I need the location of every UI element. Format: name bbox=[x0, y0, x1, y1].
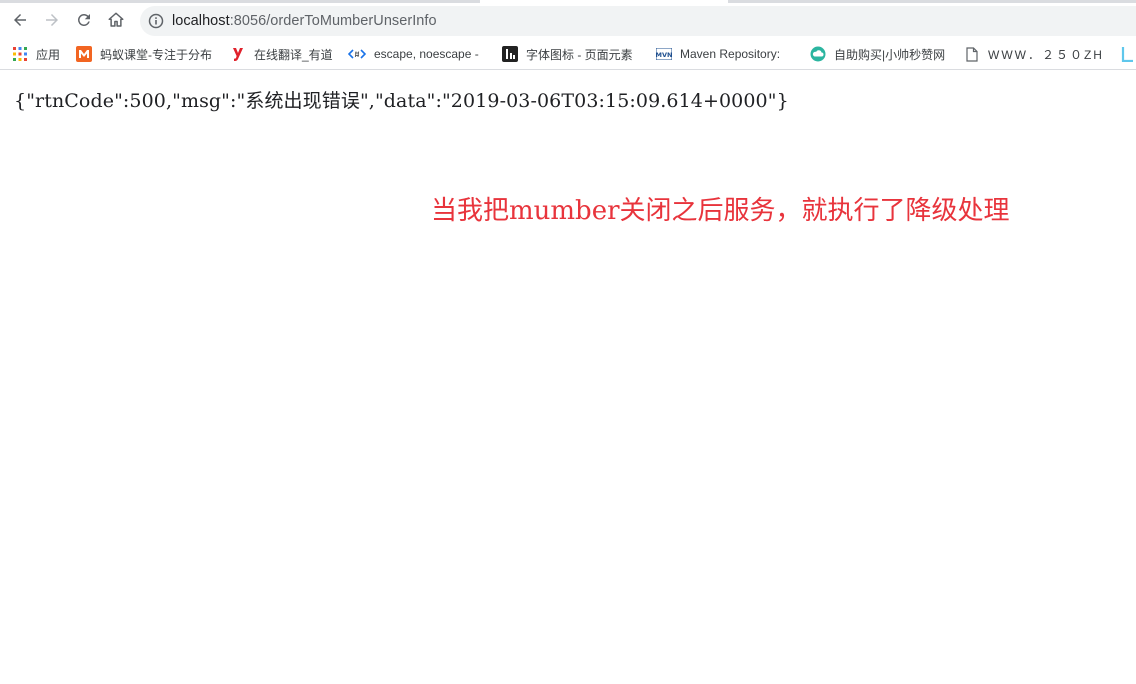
url-path: :8056/orderToMumberUnserInfo bbox=[229, 13, 437, 29]
bookmark-xiaoshuai[interactable]: 自助购买|小帅秒赞网 bbox=[810, 44, 948, 64]
home-button[interactable] bbox=[104, 8, 128, 32]
back-arrow-icon bbox=[14, 14, 26, 26]
code-tag-icon bbox=[348, 46, 366, 62]
mayi-logo-icon bbox=[76, 46, 92, 62]
bookmark-250zh[interactable]: WWW．２５０ZH bbox=[964, 44, 1114, 64]
url-host: localhost bbox=[172, 13, 230, 29]
bookmark-label: escape, noescape - bbox=[374, 47, 479, 61]
info-icon[interactable] bbox=[148, 13, 164, 29]
bookmark-label: 字体图标 - 页面元素 bbox=[526, 47, 633, 62]
red-annotation: 当我把mumber关闭之后服务，就执行了降级处理 bbox=[431, 196, 1010, 226]
bookmark-mayi[interactable]: 蚂蚁课堂-专注于分布 bbox=[76, 44, 213, 64]
tab-strip-edge-right bbox=[728, 0, 1136, 3]
bookmark-apps[interactable]: 应用 bbox=[12, 44, 72, 64]
reload-icon bbox=[77, 13, 90, 26]
bookmark-label: 在线翻译_有道 bbox=[254, 47, 333, 62]
cloud-icon bbox=[810, 46, 826, 62]
svg-text:MVN: MVN bbox=[656, 51, 672, 59]
home-icon bbox=[108, 12, 124, 27]
iconfont-icon bbox=[502, 46, 518, 62]
bookmark-label: 自助购买|小帅秒赞网 bbox=[834, 47, 946, 62]
tab-strip-edge bbox=[0, 0, 480, 3]
bookmarks-bar: 应用 蚂蚁课堂-专注于分布 在线翻译_有道 escape, noescape -… bbox=[0, 40, 1136, 70]
bookmark-maven[interactable]: MVN Maven Repository: bbox=[656, 44, 793, 64]
bookmark-overflow[interactable] bbox=[1120, 44, 1136, 64]
bookmark-label: WWW．２５０ZH bbox=[988, 47, 1104, 62]
address-bar[interactable]: localhost:8056/orderToMumberUnserInfo bbox=[140, 6, 1136, 36]
bookmark-iconfont[interactable]: 字体图标 - 页面元素 bbox=[502, 44, 637, 64]
mvn-icon: MVN bbox=[656, 46, 672, 62]
json-response-text: {"rtnCode":500,"msg":"系统出现错误","data":"20… bbox=[14, 90, 789, 112]
browser-toolbar: localhost:8056/orderToMumberUnserInfo bbox=[0, 0, 1136, 40]
back-button[interactable] bbox=[8, 8, 32, 32]
partial-bookmark-icon bbox=[1120, 46, 1136, 62]
bookmark-label: Maven Repository: bbox=[680, 47, 781, 61]
bookmark-label: 蚂蚁课堂-专注于分布 bbox=[100, 47, 212, 62]
bookmark-escape[interactable]: escape, noescape - bbox=[348, 44, 483, 64]
forward-arrow-icon bbox=[46, 14, 58, 26]
page-icon bbox=[964, 46, 980, 62]
bookmark-youdao[interactable]: 在线翻译_有道 bbox=[230, 44, 334, 64]
url-text: localhost:8056/orderToMumberUnserInfo bbox=[172, 13, 437, 29]
forward-button[interactable] bbox=[40, 8, 64, 32]
bookmark-label: 应用 bbox=[36, 47, 61, 62]
youdao-icon bbox=[230, 46, 246, 62]
reload-button[interactable] bbox=[72, 8, 96, 32]
apps-grid-icon bbox=[12, 46, 28, 62]
